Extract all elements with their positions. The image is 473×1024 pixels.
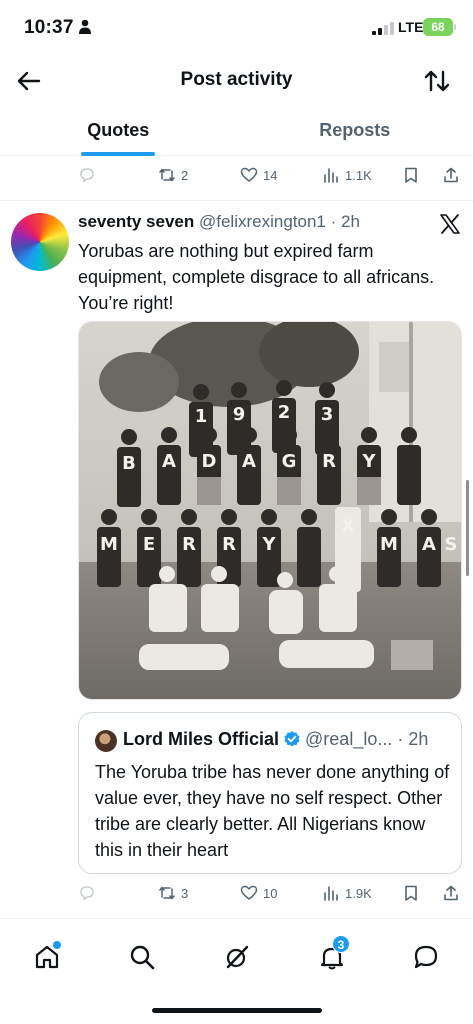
quote-author-name[interactable]: Lord Miles Official [123, 729, 279, 749]
bookmark-button[interactable] [402, 163, 420, 187]
repost-count: 2 [181, 167, 189, 183]
tab-reposts[interactable]: Reposts [237, 106, 473, 155]
views-icon [324, 886, 338, 901]
scrollbar[interactable] [466, 480, 469, 576]
post-time: · 2h [330, 212, 360, 231]
battery-level: 68 [431, 20, 445, 34]
heart-icon [240, 885, 258, 900]
quoted-post[interactable]: Lord Miles Official @real_lo... · 2h The… [78, 712, 462, 874]
nav-search[interactable] [128, 943, 158, 973]
photo-letter: S [445, 534, 458, 555]
reply-button[interactable] [78, 881, 96, 905]
views-count: 1.9K [345, 885, 372, 901]
share-button[interactable] [442, 163, 460, 187]
photo-letter: A [242, 451, 256, 472]
bookmark-button[interactable] [402, 881, 420, 905]
share-icon [444, 885, 458, 901]
views-button[interactable]: 1.9K [322, 881, 372, 905]
quote-text: The Yoruba tribe has never done anything… [95, 762, 450, 860]
photo-letter: M [380, 534, 398, 555]
photo-letter: 2 [278, 402, 291, 423]
page-title: Post activity [180, 69, 293, 90]
repost-icon [159, 168, 175, 182]
views-button[interactable]: 1.1K [322, 163, 372, 187]
photo-letter: B [122, 453, 136, 474]
tab-quotes[interactable]: Quotes [0, 106, 237, 156]
photo-letter: A [162, 451, 176, 472]
bookmark-icon [405, 167, 417, 183]
battery-indicator: 68 [423, 18, 453, 36]
nav-notifications[interactable]: 3 [318, 935, 350, 973]
views-icon [324, 168, 338, 183]
quote-header: Lord Miles Official @real_lo... · 2h [123, 729, 428, 750]
photo-letter: R [182, 534, 196, 555]
sort-arrows-icon[interactable] [422, 66, 452, 96]
quote-author-handle[interactable]: @real_lo... [305, 729, 392, 749]
post-actions: 3 10 1.9K [78, 881, 466, 905]
photo-letter: 1 [195, 406, 208, 427]
repost-count: 3 [181, 885, 189, 901]
status-bar: 10:37 LTE 68 [0, 0, 473, 56]
photo-letter: X [341, 516, 355, 537]
prev-post-actions: 2 14 1.1K [78, 163, 466, 187]
author-handle[interactable]: @felixrexington1 [199, 212, 326, 231]
search-icon [130, 945, 155, 970]
photo-letter: Y [261, 534, 276, 555]
grok-icon [226, 945, 249, 969]
like-button[interactable]: 10 [240, 881, 277, 905]
header: Post activity [0, 56, 473, 106]
like-count: 10 [263, 885, 278, 901]
repost-button[interactable]: 3 [158, 881, 188, 905]
photo-letter: 9 [233, 404, 246, 425]
nav-messages[interactable] [412, 943, 442, 973]
quote-time: · 2h [397, 729, 429, 749]
post-divider [0, 200, 473, 201]
network-label: LTE [398, 19, 424, 35]
person-icon [79, 19, 91, 34]
tab-reposts-label: Reposts [319, 120, 391, 140]
share-button[interactable] [442, 881, 460, 905]
nav-home[interactable] [33, 941, 63, 973]
reply-icon [80, 168, 94, 183]
like-count: 14 [263, 167, 278, 183]
photo-letter: 3 [321, 404, 334, 425]
tab-active-indicator [81, 152, 156, 156]
photo-letter: A [422, 534, 436, 555]
battery-tip [454, 24, 456, 30]
repost-icon [159, 886, 175, 900]
photo-letter: R [322, 451, 336, 472]
photo-letter: E [143, 534, 155, 555]
like-button[interactable]: 14 [240, 163, 277, 187]
x-logo-icon [440, 214, 460, 234]
bookmark-icon [405, 885, 417, 901]
repost-button[interactable]: 2 [158, 163, 188, 187]
post-text: Yorubas are nothing but expired farm equ… [78, 241, 435, 313]
photo-letter: Y [361, 451, 376, 472]
photo-letter: R [222, 534, 236, 555]
post-photo[interactable]: 1 9 2 3 B A D A G R Y M E R R Y X M A S [78, 321, 462, 700]
quote-avatar[interactable] [95, 730, 117, 752]
photo-letter: D [202, 451, 217, 472]
post-header: seventy seven @felixrexington1 · 2h [78, 212, 360, 232]
tab-bar: Quotes Reposts [0, 106, 473, 156]
tab-quotes-label: Quotes [87, 120, 150, 140]
home-notification-dot [53, 941, 61, 949]
reply-icon [80, 886, 94, 901]
group-photo-image: 1 9 2 3 B A D A G R Y M E R R Y X M A S [79, 322, 461, 699]
nav-grok[interactable] [223, 943, 253, 973]
views-count: 1.1K [345, 167, 372, 183]
notification-badge: 3 [332, 935, 350, 953]
photo-letter: G [282, 451, 297, 472]
messages-icon [414, 945, 438, 969]
heart-icon [240, 167, 258, 182]
verified-badge-icon [284, 731, 300, 747]
photo-letter: M [100, 534, 118, 555]
author-name[interactable]: seventy seven [78, 212, 194, 231]
status-time: 10:37 [24, 17, 74, 38]
avatar[interactable] [11, 213, 69, 271]
home-indicator[interactable] [152, 1008, 322, 1013]
share-icon [444, 167, 458, 183]
signal-icon [372, 22, 394, 35]
reply-button[interactable] [78, 163, 96, 187]
